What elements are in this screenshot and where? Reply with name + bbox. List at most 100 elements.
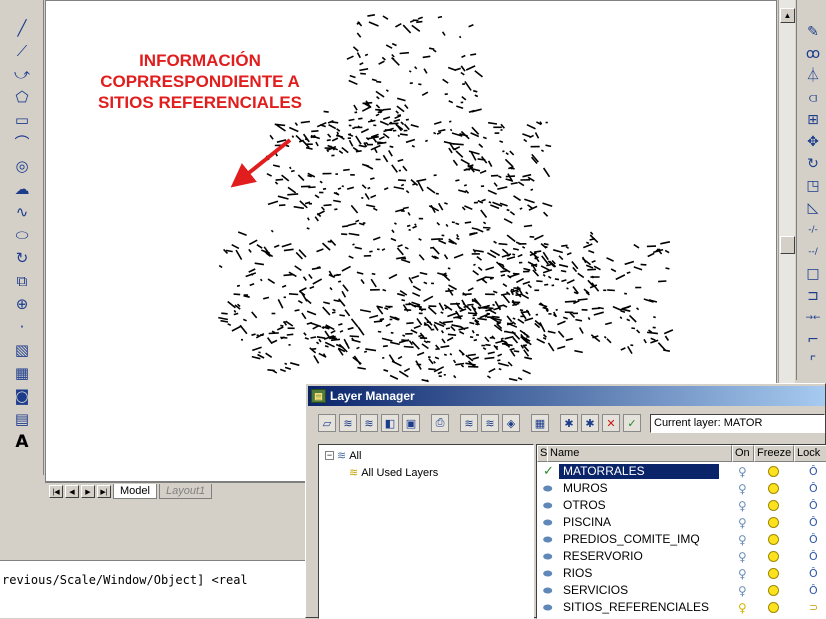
array-icon[interactable]: ⊞ [801,110,825,130]
layer-name[interactable]: MATORRALES [559,464,719,479]
trim-icon[interactable]: -/- [801,220,825,240]
sun-thawed-icon[interactable] [768,602,779,613]
insert-block-icon[interactable]: ⧉ [4,271,40,291]
sun-thawed-icon[interactable] [768,466,779,477]
layer-name[interactable]: SERVICIOS [559,583,719,598]
tab-model[interactable]: Model [113,484,157,499]
command-line[interactable]: revious/Scale/Window/Object] <real [0,560,305,618]
column-on[interactable]: On [732,445,754,462]
ellipse-arc-icon[interactable]: ↻ [4,248,40,268]
rectangle-icon[interactable]: ▭ [4,110,40,130]
rotate-icon[interactable]: ↻ [801,154,825,174]
light-bulb-on-icon[interactable]: ♀ [738,499,747,513]
erase-icon[interactable]: ✎ [801,22,825,42]
sun-thawed-icon[interactable] [768,551,779,562]
delete-layer-icon[interactable]: ✕ [602,414,620,432]
light-bulb-on-icon[interactable]: ♀ [738,533,747,547]
layer-name[interactable]: PISCINA [559,515,719,530]
filter-layers-icon[interactable]: ≋ [460,414,478,432]
move-icon[interactable]: ✥ [801,132,825,152]
open-layers-icon[interactable]: ≋ [360,414,378,432]
scroll-up-icon[interactable]: ▲ [780,8,795,23]
layer-row[interactable]: ✓MATORRALES♀Ô [537,463,826,480]
gradient-icon[interactable]: ▦ [4,363,40,383]
table-icon[interactable]: ▤ [4,409,40,429]
hatch-icon[interactable]: ▧ [4,340,40,360]
sun-thawed-icon[interactable] [768,534,779,545]
padlock-icon[interactable]: Ô [809,567,818,580]
spline-icon[interactable]: ∿ [4,202,40,222]
layer-row[interactable]: ⬬PREDIOS_COMITE_IMQ♀Ô [537,531,826,548]
layer-row[interactable]: ⬬MUROS♀Ô [537,480,826,497]
layer-row[interactable]: ⬬OTROS♀Ô [537,497,826,514]
region-icon[interactable]: ◙ [4,386,40,406]
polyline-icon[interactable]: ⤻ [4,64,40,84]
offset-icon[interactable]: ⫏ [801,88,825,108]
light-bulb-on-icon[interactable]: ♀ [738,584,747,598]
padlock-icon[interactable]: Ô [809,465,818,478]
layer-name[interactable]: MUROS [559,481,719,496]
padlock-icon[interactable]: Ô [809,516,818,529]
column-name[interactable]: Name [547,445,732,462]
padlock-icon[interactable]: Ô [809,550,818,563]
column-freeze[interactable]: Freeze [754,445,794,462]
unlocked-padlock-icon[interactable]: ⊃ [809,601,818,614]
layer-row[interactable]: ⬬RESERVORIO♀Ô [537,548,826,565]
chamfer-icon[interactable]: ⌐ [801,330,825,350]
layer-row[interactable]: ⬬SERVICIOS♀Ô [537,582,826,599]
sun-thawed-icon[interactable] [768,500,779,511]
match-layer-icon[interactable]: ◈ [502,414,520,432]
tree-node-used[interactable]: ≋ All Used Layers [349,466,438,479]
tab-layout1[interactable]: Layout1 [159,484,212,499]
layer-properties-icon[interactable]: ▦ [531,414,549,432]
polygon-icon[interactable]: ⬠ [4,87,40,107]
next-tab-icon[interactable]: ▶ [81,485,95,498]
light-bulb-on-icon[interactable]: ♀ [738,465,747,479]
padlock-icon[interactable]: Ô [809,533,818,546]
sun-thawed-icon[interactable] [768,483,779,494]
layer-manager-titlebar[interactable]: ▤ Layer Manager [308,386,825,406]
light-bulb-off-icon[interactable]: ♀ [738,601,747,615]
print-icon[interactable]: ⎙ [431,414,449,432]
break-at-point-icon[interactable]: □ [801,264,825,284]
sun-thawed-icon[interactable] [768,517,779,528]
join-icon[interactable]: →← [801,308,825,328]
new-group-filter-icon[interactable]: ✱ [581,414,599,432]
layer-row[interactable]: ⬬SITIOS_REFERENCIALES♀⊃ [537,599,826,616]
point-icon[interactable]: · [4,317,40,337]
layer-row[interactable]: ⬬RIOS♀Ô [537,565,826,582]
layer-row[interactable]: ⬬PISCINA♀Ô [537,514,826,531]
layer-name[interactable]: SITIOS_REFERENCIALES [559,600,719,615]
prev-tab-icon[interactable]: ◀ [65,485,79,498]
layer-states-icon[interactable]: ◧ [381,414,399,432]
set-current-icon[interactable]: ✓ [623,414,641,432]
circle-icon[interactable]: ◎ [4,156,40,176]
fillet-icon[interactable]: ⌜ [801,352,825,372]
line-tool-icon[interactable]: ╱ [4,18,40,38]
first-tab-icon[interactable]: |◀ [49,485,63,498]
stretch-icon[interactable]: ◺ [801,198,825,218]
mirror-icon[interactable]: ⏃ [801,66,825,86]
scale-icon[interactable]: ◳ [801,176,825,196]
light-bulb-on-icon[interactable]: ♀ [738,567,747,581]
multiline-text-icon[interactable]: A [4,432,40,452]
new-layer-icon[interactable]: ▱ [318,414,336,432]
padlock-icon[interactable]: Ô [809,584,818,597]
copy-icon[interactable]: ꝏ [801,44,825,64]
light-bulb-on-icon[interactable]: ♀ [738,482,747,496]
revision-cloud-icon[interactable]: ☁ [4,179,40,199]
arc-icon[interactable]: ⌒ [4,133,40,153]
tree-node-all[interactable]: − ≋ All [325,449,361,462]
padlock-icon[interactable]: Ô [809,482,818,495]
import-layers-icon[interactable]: ≋ [339,414,357,432]
light-bulb-on-icon[interactable]: ♀ [738,516,747,530]
new-property-filter-icon[interactable]: ✱ [560,414,578,432]
save-layers-icon[interactable]: ▣ [402,414,420,432]
scroll-thumb[interactable] [780,236,795,254]
construction-line-icon[interactable]: ⟋ [4,41,40,61]
layer-name[interactable]: RIOS [559,566,719,581]
layer-name[interactable]: PREDIOS_COMITE_IMQ [559,532,719,547]
isolate-layer-icon[interactable]: ≋ [481,414,499,432]
light-bulb-on-icon[interactable]: ♀ [738,550,747,564]
column-lock[interactable]: Lock [794,445,826,462]
